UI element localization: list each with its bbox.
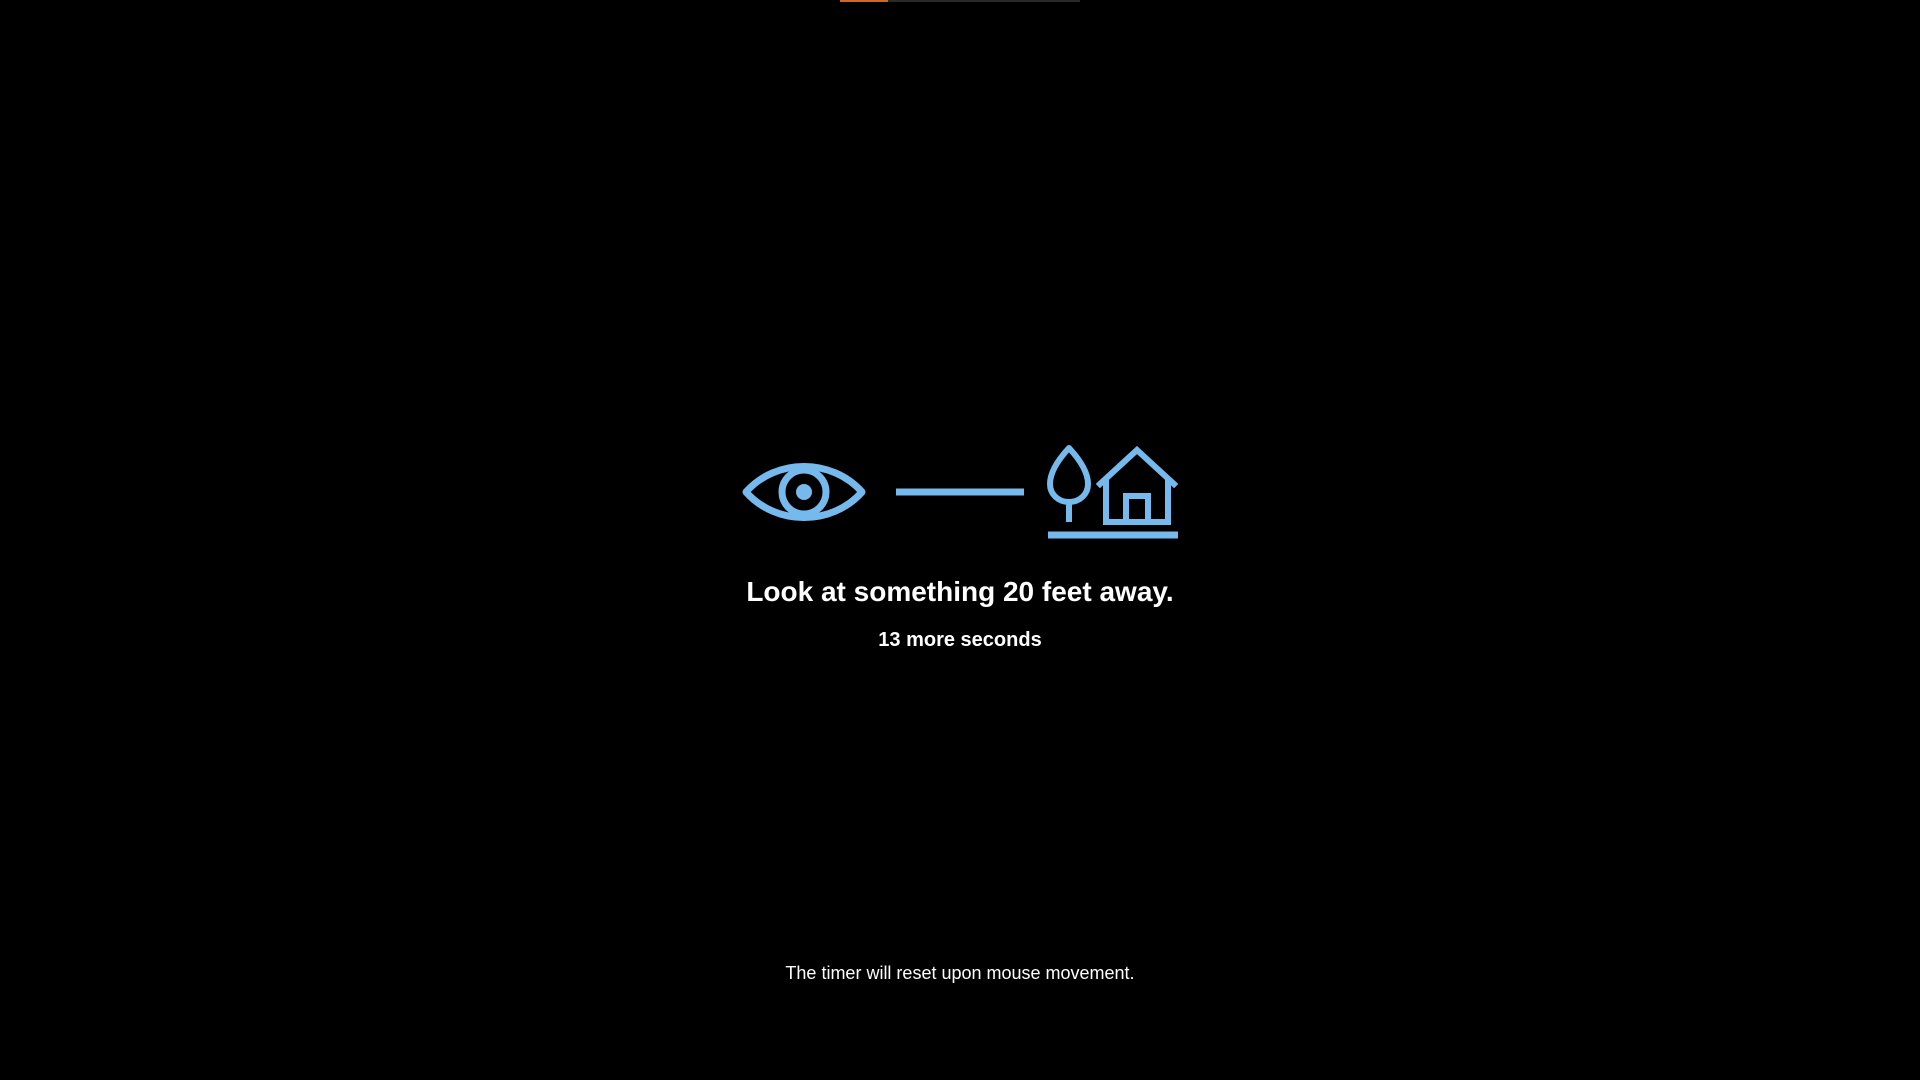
break-progress-bar	[840, 0, 1080, 2]
reset-hint: The timer will reset upon mouse movement…	[785, 963, 1135, 983]
house-icon	[1095, 445, 1179, 525]
rest-eyes-illustration	[740, 440, 1180, 544]
tree-icon	[1047, 445, 1091, 522]
countdown-text: 13 more seconds	[878, 629, 1042, 651]
eye-icon	[742, 463, 866, 521]
break-progress-fill	[840, 0, 888, 2]
eye-break-screen: Look at something 20 feet away. 13 more …	[0, 0, 1920, 1080]
break-headline: Look at something 20 feet away.	[746, 576, 1174, 607]
